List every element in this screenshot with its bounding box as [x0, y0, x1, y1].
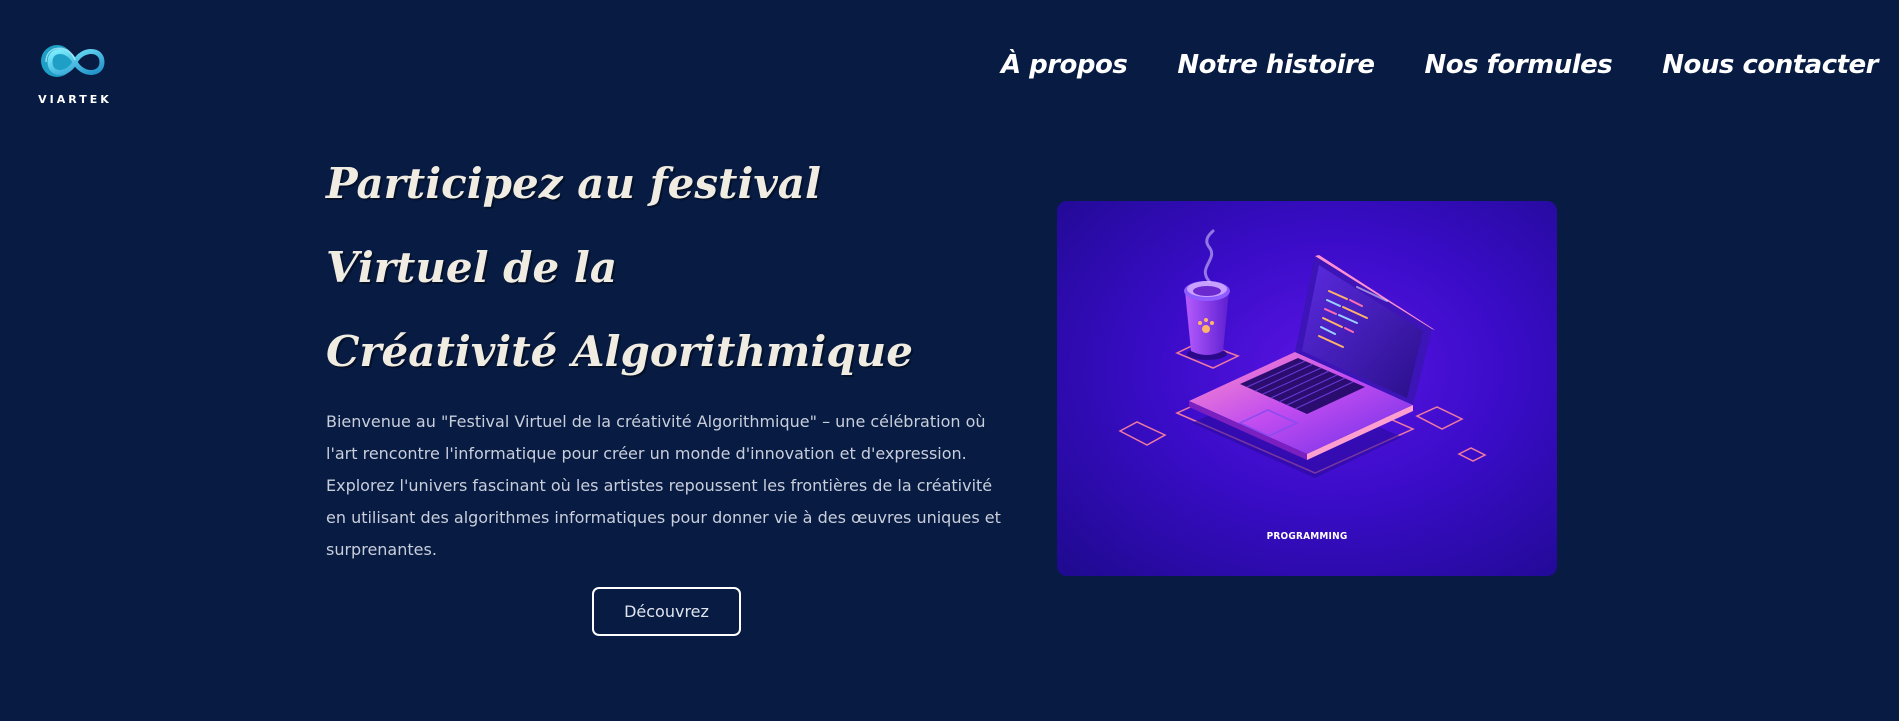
hero-title-line-2: Virtuel de la [326, 243, 618, 292]
hero-title-line-1: Participez au festival [326, 159, 821, 208]
nav-item-a-propos[interactable]: À propos [1001, 50, 1128, 80]
illustration-caption: PROGRAMMING [1266, 531, 1348, 542]
nav-item-nos-formules[interactable]: Nos formules [1425, 50, 1613, 80]
hero-description: Bienvenue au "Festival Virtuel de la cré… [326, 412, 1001, 559]
laptop-coffee-illustration-icon [1118, 229, 1487, 478]
page: VIARTEK À propos Notre histoire Nos form… [0, 0, 1899, 721]
nav-item-nous-contacter[interactable]: Nous contacter [1662, 50, 1878, 80]
logo-text: VIARTEK [38, 93, 112, 106]
logo-link[interactable]: VIARTEK [32, 38, 118, 110]
main-nav: À propos Notre histoire Nos formules Nou… [1001, 50, 1879, 80]
programming-illustration: PROGRAMMING [1057, 201, 1557, 576]
infinity-logo-icon [41, 45, 105, 77]
hero-title: Participez au festival Virtuel de la Cré… [326, 142, 913, 394]
nav-item-notre-histoire[interactable]: Notre histoire [1177, 50, 1375, 80]
discover-button[interactable]: Découvrez [592, 587, 741, 636]
hero-title-line-3: Créativité Algorithmique [326, 327, 913, 376]
